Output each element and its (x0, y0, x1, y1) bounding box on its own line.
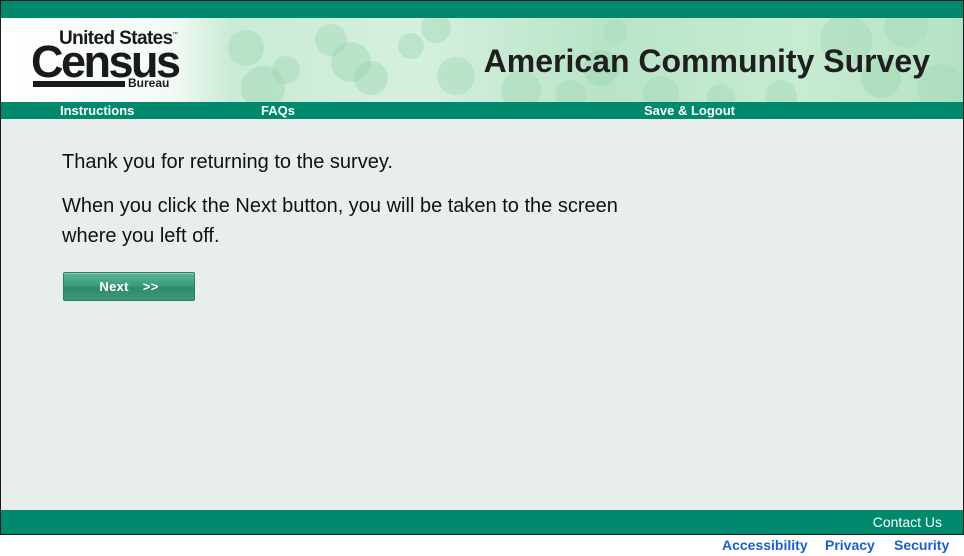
next-instruction-message: When you click the Next button, you will… (62, 195, 618, 247)
header-banner: United States ™ Census Bureau American C… (1, 18, 963, 102)
next-button-label: Next (99, 279, 129, 294)
nav-link-instructions[interactable]: Instructions (60, 102, 134, 119)
security-link[interactable]: Security (894, 537, 949, 553)
contact-us-link[interactable]: Contact Us (873, 510, 942, 534)
next-button[interactable]: Next >> (63, 272, 195, 301)
main-content: Thank you for returning to the survey. W… (62, 147, 622, 251)
nav-link-faqs[interactable]: FAQs (261, 102, 295, 119)
privacy-link[interactable]: Privacy (825, 537, 875, 553)
accessibility-link[interactable]: Accessibility (722, 537, 808, 553)
census-bureau-logo: United States ™ Census Bureau (29, 28, 181, 92)
nav-bar: Instructions FAQs Save & Logout (1, 102, 963, 119)
nav-link-save-logout[interactable]: Save & Logout (644, 102, 735, 119)
survey-window: United States ™ Census Bureau American C… (0, 0, 964, 535)
returning-message: Thank you for returning to the survey. (62, 151, 393, 173)
next-arrows-icon: >> (142, 279, 159, 294)
footer-bar: Contact Us (1, 510, 963, 534)
logo-underline (33, 81, 125, 87)
logo-bureau: Bureau (128, 76, 170, 90)
survey-title: American Community Survey (483, 43, 930, 79)
top-accent-bar (1, 1, 963, 18)
